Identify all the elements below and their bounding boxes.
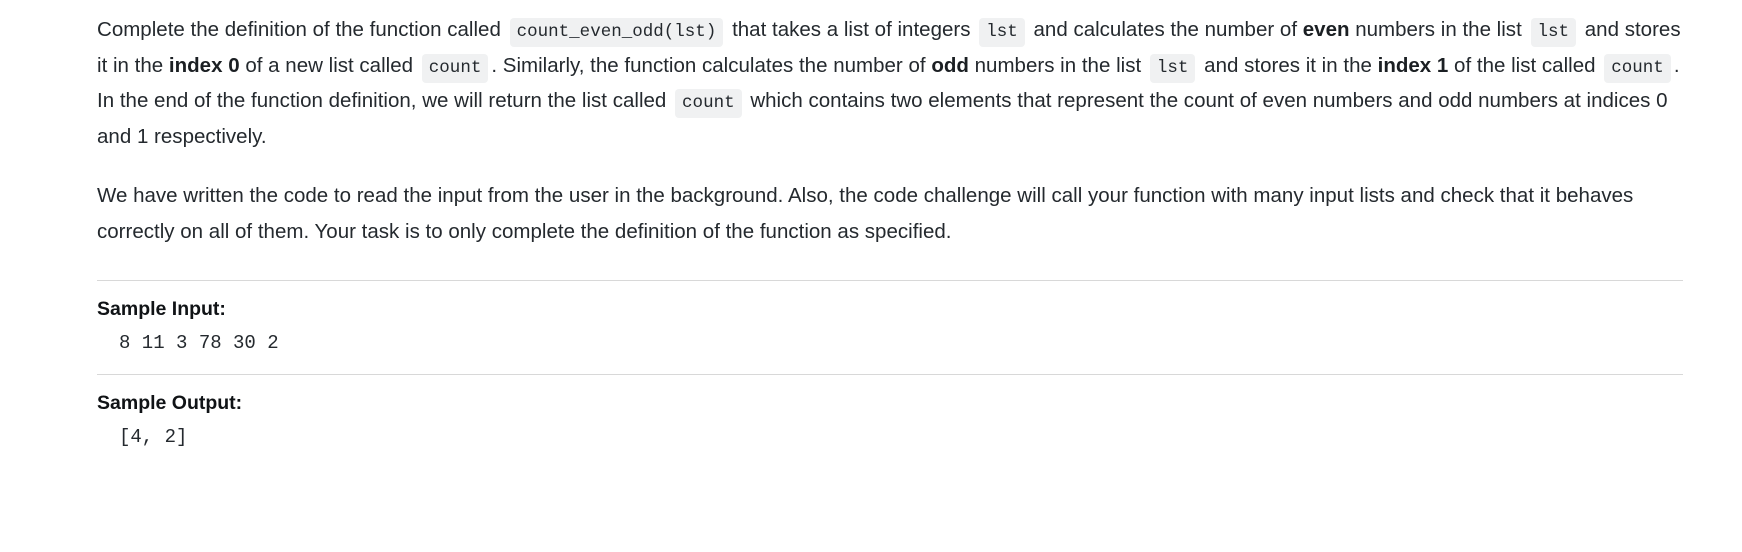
emphasis-odd: odd [931, 53, 969, 77]
text-segment: . Similarly, the function calculates the… [491, 53, 926, 77]
emphasis-index-0: index 0 [168, 53, 240, 77]
sample-input-title: Sample Input: [97, 298, 226, 320]
text-segment: Complete the definition of the function … [97, 18, 501, 41]
text-segment: and calculates the number of [1033, 18, 1298, 41]
problem-content: Complete the definition of the function … [39, 0, 1703, 450]
inline-code-lst: lst [979, 18, 1025, 47]
emphasis-index-1: index 1 [1377, 53, 1449, 77]
text-segment: numbers in the list [974, 53, 1142, 77]
emphasis-even: even [1302, 18, 1350, 41]
sample-output-title: Sample Output: [97, 392, 243, 414]
inline-code-count: count [675, 89, 742, 118]
inline-code-lst: lst [1530, 18, 1577, 47]
text-segment: that takes a list of integers [732, 18, 971, 41]
text-segment: and stores it in the [1204, 53, 1372, 77]
problem-statement-page: Complete the definition of the function … [0, 0, 1742, 552]
inline-code-lst: lst [1149, 53, 1196, 83]
inline-code-function-signature: count_even_odd(lst) [509, 18, 724, 47]
inline-code-count: count [421, 53, 489, 83]
text-segment: of a new list called [245, 53, 414, 77]
problem-description-paragraph-2: We have written the code to read the inp… [97, 184, 1634, 243]
problem-description-paragraph-1: Complete the definition of the function … [97, 12, 1683, 154]
text-segment: numbers in the list [1355, 18, 1522, 41]
inline-code-count: count [1604, 53, 1671, 83]
sample-output-value: [4, 2] [119, 426, 188, 448]
text-segment: of the list called [1454, 53, 1596, 77]
sample-input-value: 8 11 3 78 30 2 [119, 332, 279, 354]
